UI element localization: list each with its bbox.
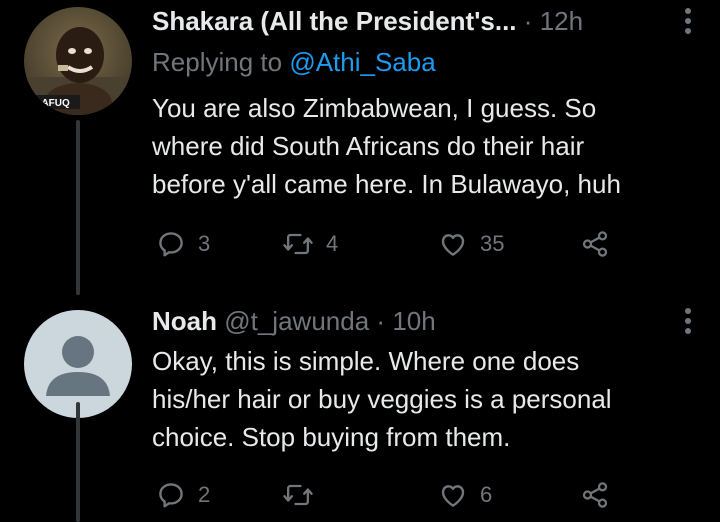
tweet-text-line: Okay, this is simple. Where one does: [152, 346, 580, 376]
header-separator: ·: [376, 306, 386, 336]
heart-icon: [441, 234, 465, 256]
retweet-icon: [283, 484, 313, 506]
replying-to: Replying to @Athi_Saba: [152, 47, 436, 77]
like-count: 35: [480, 231, 505, 256]
tweet-time[interactable]: 10h: [392, 306, 435, 336]
tweet-1[interactable]: DAFUQ Shakara (All the President's... · …: [0, 0, 720, 295]
avatar-photo[interactable]: DAFUQ: [24, 7, 132, 115]
thread-line: [76, 402, 80, 522]
thread-line: [76, 120, 80, 295]
share-button[interactable]: [580, 478, 610, 512]
retweet-count: 4: [326, 231, 339, 256]
reply-button[interactable]: 2: [156, 478, 210, 512]
tweet-header: Shakara (All the President's... · 12h: [152, 6, 680, 36]
tweet-actions: 2 6: [156, 478, 626, 512]
share-icon: [582, 231, 608, 257]
header-separator: ·: [523, 6, 533, 36]
like-button[interactable]: 35: [438, 227, 504, 261]
more-vertical-icon[interactable]: [682, 306, 694, 338]
avatar-badge-text: DAFUQ: [34, 98, 70, 109]
like-button[interactable]: 6: [438, 478, 492, 512]
tweet-2[interactable]: Noah @t_jawunda · 10h Okay, this is simp…: [0, 290, 720, 522]
tweet-text: Okay, this is simple. Where one does his…: [152, 342, 696, 456]
tweet-text-line: his/her hair or buy veggies is a persona…: [152, 384, 612, 414]
author-name[interactable]: Shakara (All the President's...: [152, 6, 517, 36]
more-vertical-icon[interactable]: [682, 6, 694, 38]
reply-icon: [159, 232, 183, 257]
share-button[interactable]: [580, 227, 610, 261]
reply-count: 2: [198, 482, 211, 507]
reply-button[interactable]: 3: [156, 227, 210, 261]
share-icon: [582, 482, 608, 508]
replying-to-label: Replying to: [152, 47, 290, 77]
avatar-image: DAFUQ: [24, 7, 132, 115]
tweet-text-line: You are also Zimbabwean, I guess. So: [152, 93, 597, 123]
tweet-time[interactable]: 12h: [540, 6, 583, 36]
author-name[interactable]: Noah: [152, 306, 217, 336]
mention-link[interactable]: @Athi_Saba: [289, 47, 435, 77]
retweet-button[interactable]: [282, 478, 326, 512]
tweet-text-line: before y'all came here. In Bulawayo, huh: [152, 169, 621, 199]
retweet-icon: [283, 233, 313, 255]
reply-icon: [159, 483, 183, 508]
author-handle[interactable]: @t_jawunda: [224, 306, 369, 336]
heart-icon: [441, 485, 465, 507]
tweet-text-line: choice. Stop buying from them.: [152, 422, 511, 452]
tweet-text-line: where did South Africans do their hair: [152, 131, 585, 161]
tweet-actions: 3 4 35: [156, 227, 626, 261]
tweet-text: You are also Zimbabwean, I guess. So whe…: [152, 89, 696, 203]
tweet-header: Noah @t_jawunda · 10h: [152, 306, 680, 336]
like-count: 6: [480, 482, 493, 507]
reply-count: 3: [198, 231, 211, 256]
retweet-button[interactable]: 4: [282, 227, 338, 261]
